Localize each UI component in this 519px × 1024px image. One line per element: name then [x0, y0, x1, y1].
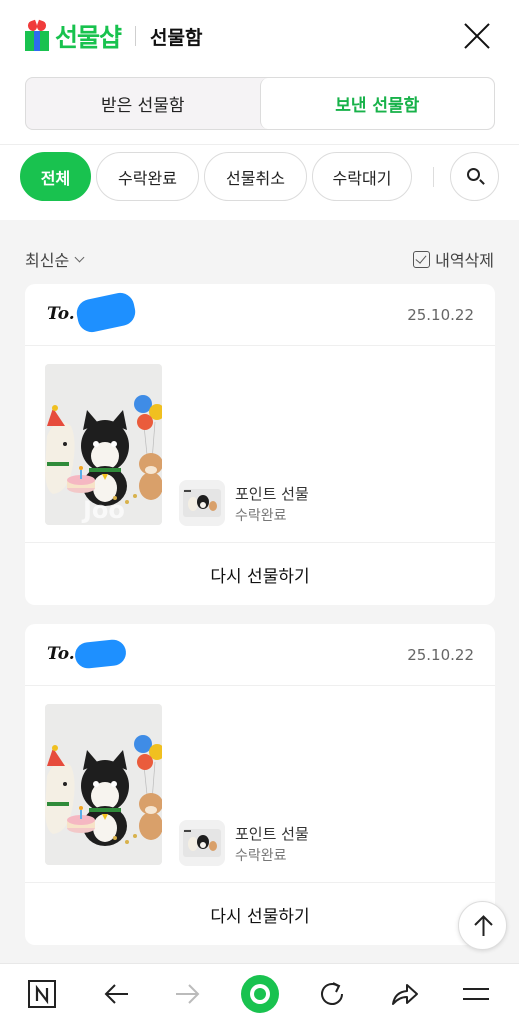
filter-chip-all[interactable]: 전체 — [20, 152, 91, 201]
gift-date: 25.10.22 — [407, 646, 474, 664]
sort-label: 최신순 — [25, 251, 70, 270]
gift-card: To. 25.10.22 포인트 선물 수락완료 다시 선물하기 — [25, 624, 495, 945]
gift-date: 25.10.22 — [407, 306, 474, 324]
resend-gift-button[interactable]: 다시 선물하기 — [25, 883, 495, 945]
item-thumbnail — [179, 480, 225, 526]
chevron-down-icon — [74, 252, 85, 262]
card-header: To. 25.10.22 — [25, 624, 495, 686]
gift-image[interactable]: Joo — [45, 364, 162, 525]
scroll-to-top-button[interactable] — [458, 901, 507, 950]
item-status: 수락완료 — [235, 508, 287, 524]
filter-chip-cancelled[interactable]: 선물취소 — [204, 152, 307, 201]
gift-card: To. 25.10.22 Joo 포인트 선물 수락완료 다시 선물하기 — [25, 284, 495, 605]
sort-dropdown[interactable]: 최신순 — [25, 247, 85, 271]
item-name: 포인트 선물 — [235, 825, 309, 843]
menu-icon[interactable] — [456, 974, 496, 1014]
card-body[interactable]: Joo 포인트 선물 수락완료 — [25, 346, 495, 543]
forward-icon[interactable] — [168, 974, 208, 1014]
card-header: To. 25.10.22 — [25, 284, 495, 346]
back-icon[interactable] — [96, 974, 136, 1014]
gift-shop-logo[interactable]: 선물샵 — [25, 18, 122, 54]
header: 선물샵 선물함 — [0, 0, 519, 72]
checkbox-icon — [413, 250, 431, 268]
share-icon[interactable] — [384, 974, 424, 1014]
page-title: 선물함 — [150, 26, 203, 49]
chip-divider — [433, 167, 434, 187]
item-status: 수락완료 — [235, 848, 287, 864]
card-body[interactable]: 포인트 선물 수락완료 — [25, 686, 495, 883]
logo-text: 선물샵 — [55, 23, 122, 52]
gift-image[interactable] — [45, 704, 162, 865]
image-watermark: Joo — [83, 496, 125, 524]
recipient-label: To. — [47, 644, 75, 664]
green-dot-icon[interactable] — [240, 974, 280, 1014]
delete-history-label: 내역삭제 — [435, 251, 494, 270]
tab-bar: 받은 선물함 보낸 선물함 — [0, 72, 519, 145]
tab-sent-gifts[interactable]: 보낸 선물함 — [259, 78, 494, 129]
search-icon — [467, 168, 480, 181]
resend-gift-button[interactable]: 다시 선물하기 — [25, 543, 495, 605]
tab-received-gifts[interactable]: 받은 선물함 — [26, 78, 260, 129]
browser-toolbar — [0, 963, 519, 1024]
filter-bar: 전체 수락완료 선물취소 수락대기 — [0, 145, 519, 220]
divider — [135, 26, 137, 46]
item-thumbnail — [179, 820, 225, 866]
gift-box-icon — [25, 19, 49, 51]
search-button[interactable] — [450, 152, 499, 201]
naver-home-icon[interactable] — [22, 974, 62, 1014]
recipient-label: To. — [47, 304, 75, 324]
filter-chip-pending[interactable]: 수락대기 — [312, 152, 412, 201]
delete-history-button[interactable]: 내역삭제 — [413, 247, 494, 271]
arrow-up-icon — [474, 915, 493, 936]
segmented-control: 받은 선물함 보낸 선물함 — [25, 77, 495, 130]
item-name: 포인트 선물 — [235, 485, 309, 503]
filter-chip-accepted[interactable]: 수락완료 — [96, 152, 199, 201]
refresh-icon[interactable] — [312, 974, 352, 1014]
close-icon[interactable] — [463, 22, 491, 50]
redaction-mark — [73, 638, 128, 670]
redaction-mark — [74, 290, 138, 335]
